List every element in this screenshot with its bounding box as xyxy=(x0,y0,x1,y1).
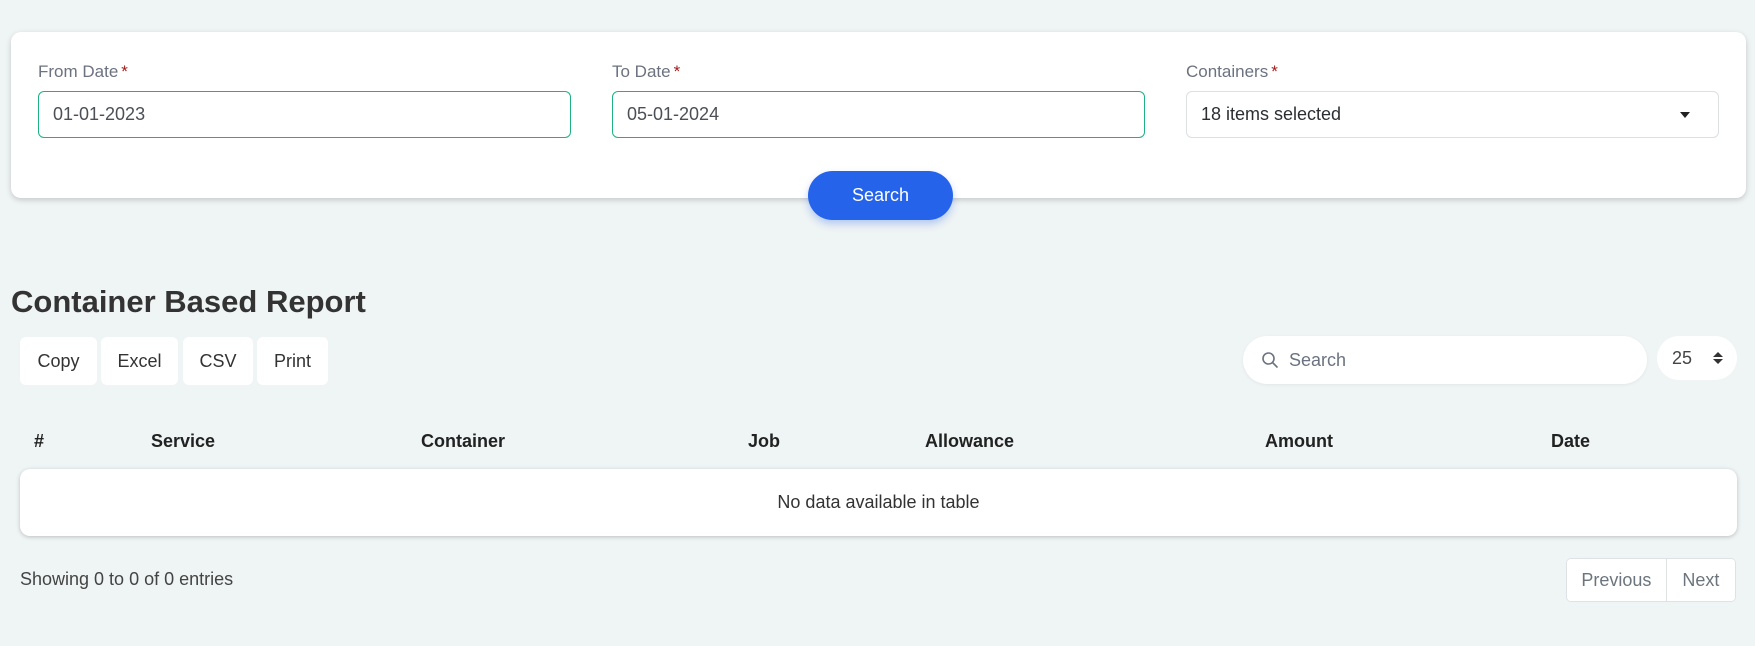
from-date-field: From Date * xyxy=(38,62,128,86)
containers-select-value: 18 items selected xyxy=(1201,104,1342,124)
column-header-date[interactable]: Date xyxy=(1551,431,1590,452)
required-asterisk: * xyxy=(1271,62,1278,81)
empty-message: No data available in table xyxy=(777,492,980,512)
from-date-label: From Date * xyxy=(38,62,128,81)
table-search[interactable] xyxy=(1243,336,1647,384)
required-asterisk: * xyxy=(121,62,128,81)
caret-down-icon xyxy=(1680,111,1690,118)
excel-button[interactable]: Excel xyxy=(101,337,178,385)
pagination: Previous Next xyxy=(1566,558,1736,602)
copy-button[interactable]: Copy xyxy=(20,337,97,385)
table-search-input[interactable] xyxy=(1289,349,1629,371)
table-info: Showing 0 to 0 of 0 entries xyxy=(20,569,234,589)
to-date-label: To Date * xyxy=(612,62,681,81)
sort-updown-icon xyxy=(1713,352,1723,364)
containers-label: Containers * xyxy=(1186,62,1278,81)
containers-field: Containers * xyxy=(1186,62,1278,86)
column-header-amount[interactable]: Amount xyxy=(1265,431,1333,452)
containers-select[interactable]: 18 items selected xyxy=(1186,91,1719,138)
previous-button[interactable]: Previous xyxy=(1567,559,1667,601)
to-date-input[interactable] xyxy=(612,91,1145,138)
from-date-input[interactable] xyxy=(38,91,571,138)
column-header-container[interactable]: Container xyxy=(421,431,505,452)
print-button[interactable]: Print xyxy=(257,337,328,385)
csv-button[interactable]: CSV xyxy=(183,337,253,385)
column-header-allowance[interactable]: Allowance xyxy=(925,431,1014,452)
table-empty-row: No data available in table xyxy=(20,469,1737,536)
required-asterisk: * xyxy=(673,62,681,81)
next-button[interactable]: Next xyxy=(1666,559,1735,601)
to-date-field: To Date * xyxy=(612,62,680,86)
page-length-select[interactable]: 25 xyxy=(1657,336,1737,380)
page-length-value: 25 xyxy=(1672,347,1693,368)
page-title: Container Based Report xyxy=(11,284,366,319)
search-button[interactable]: Search xyxy=(808,171,953,220)
search-icon xyxy=(1262,352,1278,368)
column-header-number[interactable]: # xyxy=(34,431,44,452)
column-header-job[interactable]: Job xyxy=(748,431,780,452)
column-header-service[interactable]: Service xyxy=(151,431,215,452)
